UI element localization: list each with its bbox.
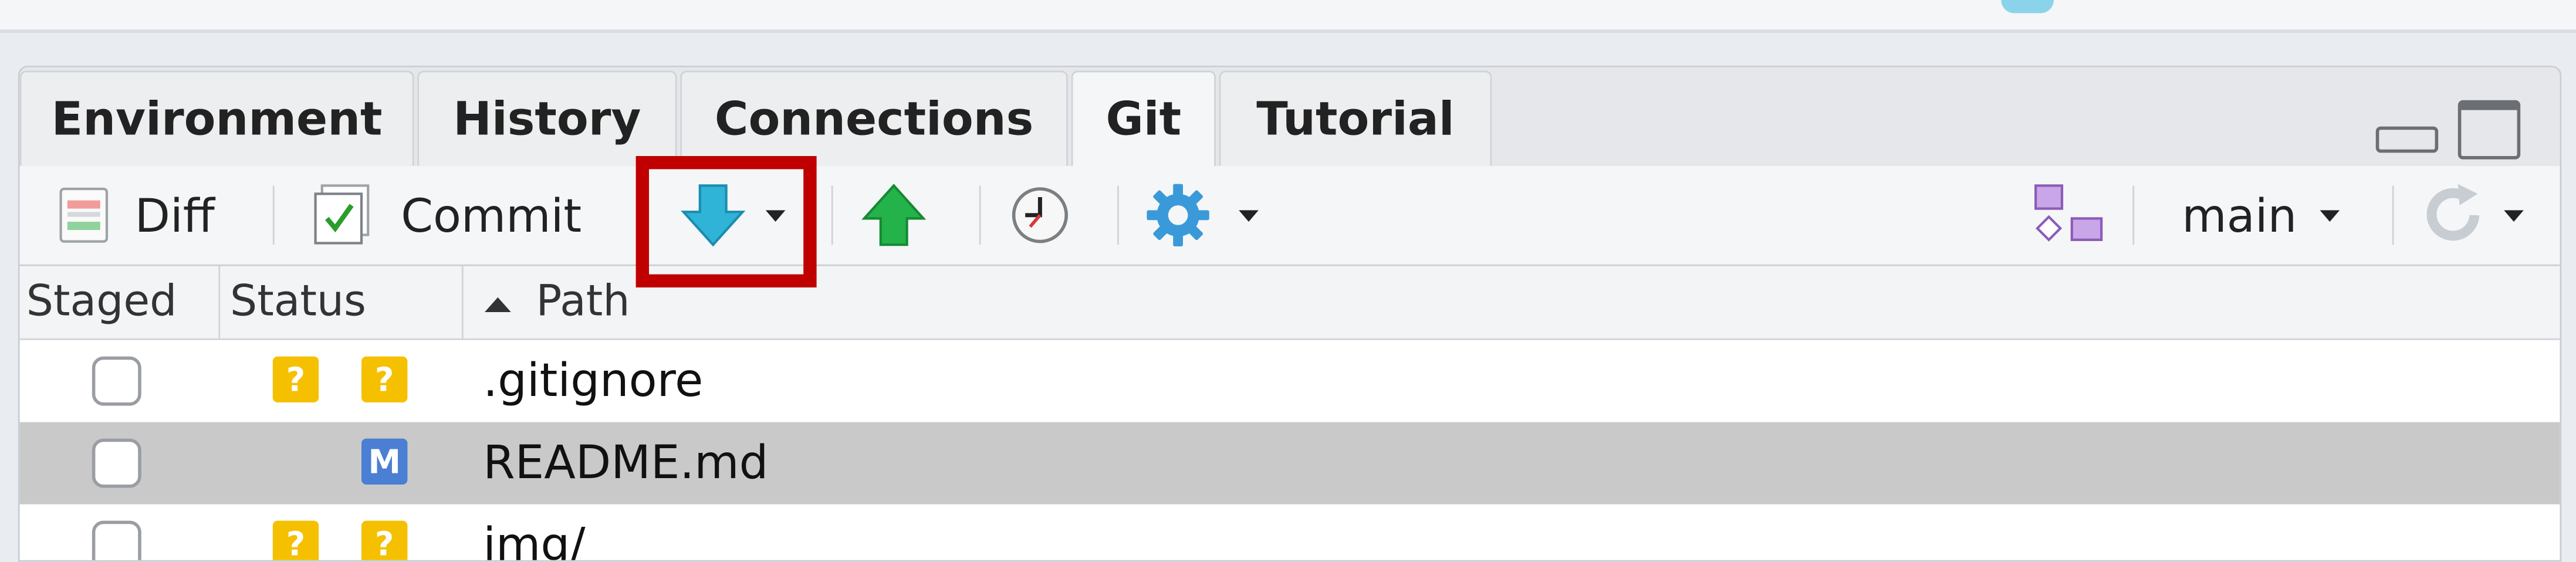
- status-badge: ?: [361, 356, 408, 402]
- push-button[interactable]: [861, 166, 927, 265]
- commit-label: Commit: [401, 188, 582, 242]
- file-path: README.md: [483, 435, 769, 490]
- tab-environment[interactable]: Environment: [19, 70, 414, 166]
- file-list-header: Staged Status Path: [19, 266, 2560, 340]
- tab-connections[interactable]: Connections: [680, 70, 1068, 166]
- toolbar-divider: [2392, 185, 2394, 245]
- history-button[interactable]: [1009, 166, 1071, 265]
- staged-checkbox[interactable]: [92, 520, 141, 560]
- branch-dropdown-caret: [2320, 209, 2340, 221]
- maximize-pane-button[interactable]: [2457, 100, 2521, 160]
- git-toolbar: Diff Commit main: [19, 165, 2560, 266]
- more-menu-button[interactable]: [1144, 166, 1259, 265]
- sort-ascending-icon: [485, 296, 511, 312]
- status-badge: ?: [272, 520, 319, 560]
- toolbar-divider: [272, 185, 275, 245]
- push-arrow-up-icon: [861, 184, 927, 246]
- column-status[interactable]: Status: [220, 266, 464, 338]
- refresh-icon: [2426, 184, 2480, 241]
- toolbar-divider: [979, 185, 981, 245]
- diff-icon: [59, 187, 109, 243]
- clock-icon: [1012, 187, 1068, 243]
- tab-tutorial[interactable]: Tutorial: [1219, 70, 1492, 166]
- staged-checkbox[interactable]: [92, 438, 141, 488]
- status-badge: ?: [361, 520, 408, 560]
- toolbar-divider: [831, 185, 833, 245]
- diff-label: Diff: [134, 188, 215, 242]
- pull-button-highlight: [635, 156, 817, 287]
- file-path: img/: [483, 517, 586, 562]
- top-strip: [0, 0, 2576, 33]
- minimize-pane-button[interactable]: [2375, 126, 2439, 153]
- commit-icon: [314, 184, 370, 245]
- status-badge: M: [361, 438, 408, 485]
- refresh-button[interactable]: [2419, 166, 2524, 265]
- branch-label: main: [2182, 188, 2297, 242]
- branch-selector[interactable]: main: [2182, 166, 2340, 265]
- tab-bar: Environment History Connections Git Tuto…: [19, 67, 2560, 170]
- status-badge: ?: [272, 356, 319, 402]
- staged-checkbox[interactable]: [92, 356, 141, 406]
- gear-icon: [1147, 184, 1209, 246]
- tab-git[interactable]: Git: [1071, 70, 1216, 170]
- more-dropdown-caret[interactable]: [1239, 209, 1259, 221]
- toolbar-divider: [2132, 185, 2135, 245]
- diff-button[interactable]: Diff: [59, 166, 215, 265]
- refresh-dropdown-caret[interactable]: [2504, 209, 2524, 221]
- screenshot-canvas: Environment History Connections Git Tuto…: [0, 0, 2576, 562]
- git-pane: Environment History Connections Git Tuto…: [18, 66, 2562, 562]
- commit-button[interactable]: Commit: [312, 166, 582, 265]
- toolbar-divider: [1117, 185, 1119, 245]
- file-row[interactable]: M README.md: [19, 422, 2560, 505]
- tab-history[interactable]: History: [417, 70, 677, 166]
- branch-diagram-icon: [2034, 184, 2103, 242]
- new-branch-button[interactable]: [2031, 166, 2107, 265]
- column-staged[interactable]: Staged: [20, 266, 221, 338]
- column-path-label: Path: [536, 277, 630, 327]
- file-row[interactable]: ? ? .gitignore: [20, 340, 2560, 422]
- partial-icon: [2001, 0, 2054, 13]
- file-path: .gitignore: [483, 353, 704, 408]
- file-row[interactable]: ? ? img/: [20, 505, 2560, 562]
